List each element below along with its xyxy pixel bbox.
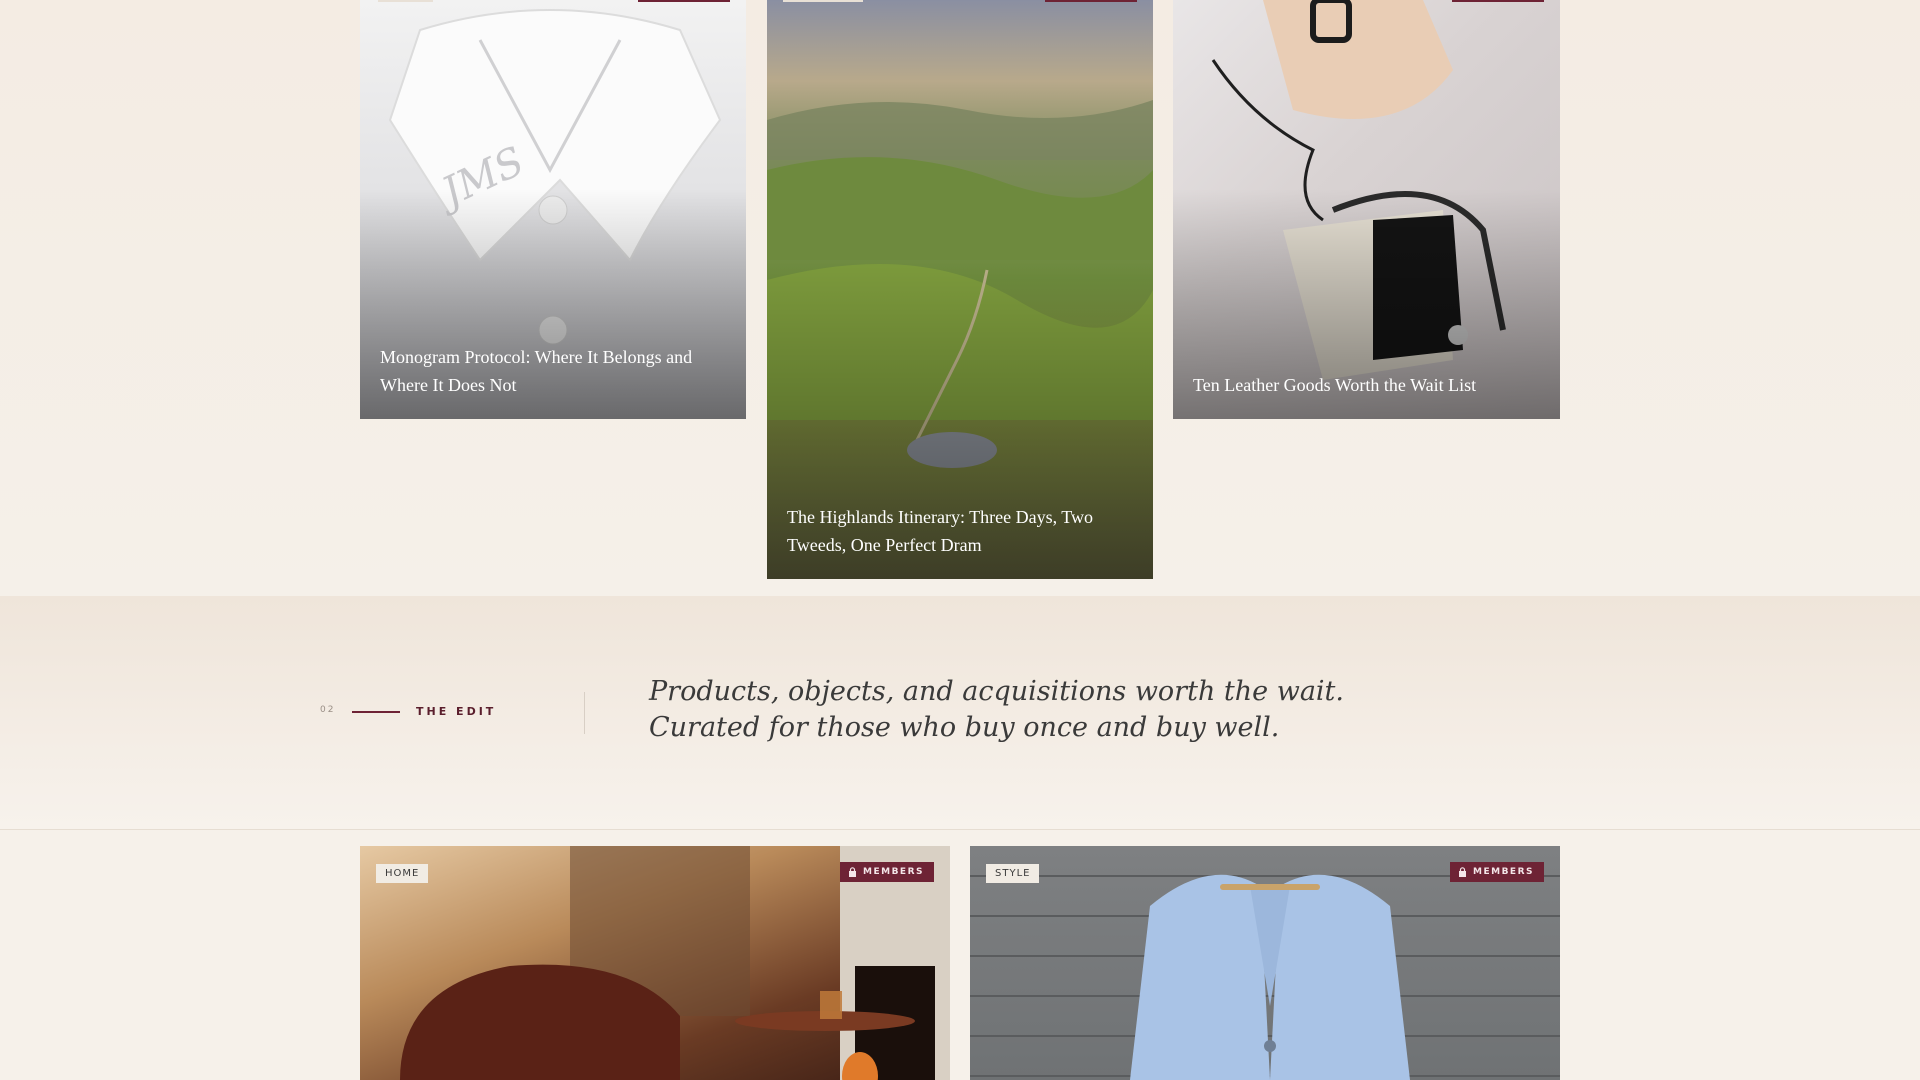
members-badge-stub [638,0,730,2]
article-card-home[interactable]: HOME MEMBERS [360,846,950,1080]
tagline-line-2: Curated for those who buy once and buy w… [649,712,1280,743]
article-card-highlands[interactable]: The Highlands Itinerary: Three Days, Two… [767,0,1153,579]
section-tagline: Products, objects, and acquisitions wort… [649,674,1349,746]
category-tag-stub [783,0,863,2]
members-badge: MEMBERS [840,862,934,882]
members-badge-stub [1045,0,1137,2]
section-vertical-rule [584,692,585,734]
members-badge-label: MEMBERS [863,867,924,877]
lock-icon [1459,867,1467,877]
article-card-monogram[interactable]: JMS Monogram Protocol: Where It Belongs … [360,0,746,419]
card-title[interactable]: The Highlands Itinerary: Three Days, Two… [787,503,1133,559]
section-number: 02 [320,705,336,715]
section-accent-line [352,711,400,713]
category-chip[interactable]: STYLE [986,864,1040,883]
article-card-leather[interactable]: Ten Leather Goods Worth the Wait List [1173,0,1560,419]
members-badge: MEMBERS [1450,862,1544,882]
card-title[interactable]: Monogram Protocol: Where It Belongs and … [380,343,726,399]
members-badge-stub [1452,0,1544,2]
category-tag-stub [378,0,433,2]
tagline-line-1: Products, objects, and acquisitions wort… [649,676,1344,707]
article-card-style[interactable]: STYLE MEMBERS [970,846,1560,1080]
lock-icon [849,867,857,877]
section-label: THE EDIT [416,705,497,718]
members-badge-label: MEMBERS [1473,867,1534,877]
category-chip[interactable]: HOME [376,864,429,883]
card-title[interactable]: Ten Leather Goods Worth the Wait List [1193,371,1540,399]
